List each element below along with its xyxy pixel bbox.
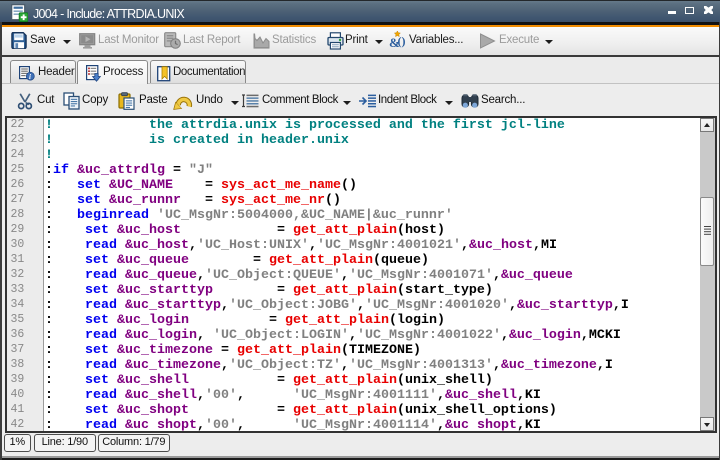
- svg-text:i: i: [29, 73, 31, 81]
